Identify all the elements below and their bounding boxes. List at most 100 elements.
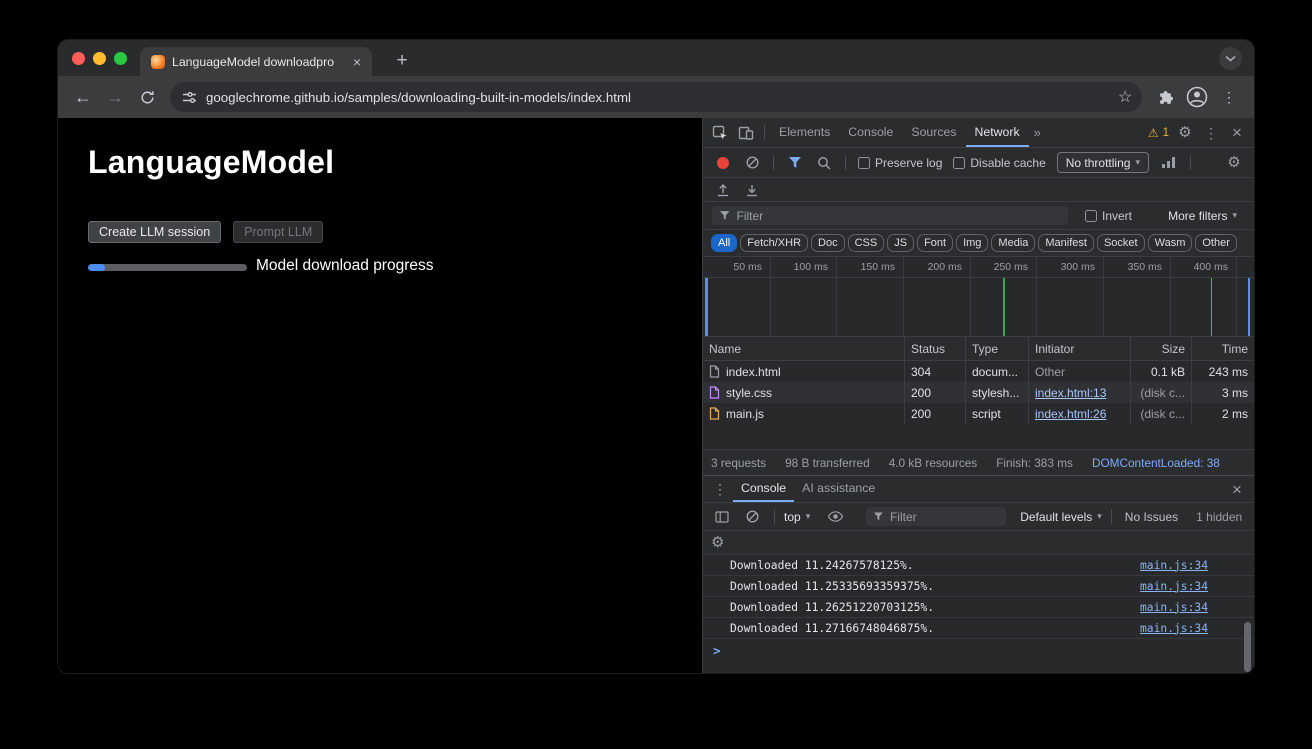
zoom-window-button[interactable] <box>114 52 127 65</box>
network-conditions-button[interactable] <box>1156 151 1182 175</box>
forward-button[interactable]: → <box>100 82 130 112</box>
more-tabs-icon[interactable]: » <box>1029 125 1046 140</box>
initiator-link[interactable]: index.html:13 <box>1035 386 1106 400</box>
network-overview-timeline[interactable]: 50 ms 100 ms 150 ms 200 ms 250 ms 300 ms… <box>703 257 1254 337</box>
site-settings-icon[interactable] <box>182 90 197 105</box>
issues-warning-button[interactable]: ⚠ 1 <box>1145 126 1172 140</box>
filter-toggle-button[interactable] <box>782 151 808 175</box>
gear-icon[interactable]: ⚙ <box>711 535 724 550</box>
url-text[interactable]: googlechrome.github.io/samples/downloadi… <box>206 90 1104 105</box>
column-initiator[interactable]: Initiator <box>1029 337 1131 360</box>
new-tab-button[interactable]: + <box>388 47 416 75</box>
create-llm-session-button[interactable]: Create LLM session <box>88 221 221 243</box>
request-name[interactable]: main.js <box>726 407 764 421</box>
request-name[interactable]: index.html <box>726 365 781 379</box>
source-link[interactable]: main.js:34 <box>1140 618 1208 638</box>
console-prompt[interactable]: > <box>703 639 1254 661</box>
column-time[interactable]: Time <box>1192 337 1254 360</box>
tab-close-icon[interactable]: × <box>350 53 364 71</box>
console-filter-field[interactable] <box>866 507 1006 526</box>
create-live-expression-button[interactable] <box>822 505 848 529</box>
chip-media[interactable]: Media <box>991 234 1035 252</box>
network-settings-button[interactable]: ⚙ <box>1221 151 1247 175</box>
hidden-messages-counter[interactable]: 1 hidden <box>1192 510 1246 524</box>
chip-js[interactable]: JS <box>887 234 914 252</box>
throttling-select[interactable]: No throttling ▾ <box>1057 152 1149 173</box>
close-window-button[interactable] <box>72 52 85 65</box>
chip-img[interactable]: Img <box>956 234 988 252</box>
preserve-log-checkbox[interactable] <box>858 157 870 169</box>
tab-console[interactable]: Console <box>839 118 902 147</box>
execution-context-select[interactable]: top ▾ <box>784 510 810 524</box>
chip-css[interactable]: CSS <box>848 234 885 252</box>
device-toolbar-button[interactable] <box>733 121 759 145</box>
browser-menu-button[interactable]: ⋮ <box>1214 82 1244 112</box>
column-type[interactable]: Type <box>966 337 1029 360</box>
back-button[interactable]: ← <box>68 82 98 112</box>
chip-wasm[interactable]: Wasm <box>1148 234 1193 252</box>
chip-socket[interactable]: Socket <box>1097 234 1145 252</box>
tab-sources[interactable]: Sources <box>902 118 965 147</box>
console-drawer-menu-button[interactable]: ⋮ <box>707 477 733 501</box>
network-filter-field[interactable] <box>712 206 1068 225</box>
column-size[interactable]: Size <box>1131 337 1192 360</box>
chip-fetch-xhr[interactable]: Fetch/XHR <box>740 234 808 252</box>
tab-network[interactable]: Network <box>966 118 1029 147</box>
source-link[interactable]: main.js:34 <box>1140 555 1208 575</box>
console-filter-input[interactable] <box>890 510 998 524</box>
table-row[interactable]: main.js 200 script index.html:26 (disk c… <box>703 403 1254 424</box>
invert-checkbox[interactable] <box>1085 210 1097 222</box>
profile-button[interactable] <box>1182 82 1212 112</box>
tab-elements[interactable]: Elements <box>770 118 839 147</box>
chip-doc[interactable]: Doc <box>811 234 845 252</box>
browser-tab[interactable]: LanguageModel downloadpro × <box>140 47 372 76</box>
minimize-window-button[interactable] <box>93 52 106 65</box>
source-link[interactable]: main.js:34 <box>1140 576 1208 596</box>
preserve-log-option[interactable]: Preserve log <box>854 156 946 170</box>
network-filter-row: Invert More filters ▾ <box>703 202 1254 230</box>
record-network-log-button[interactable] <box>710 151 736 175</box>
ai-assistance-tab[interactable]: AI assistance <box>794 476 883 502</box>
console-drawer-close-button[interactable]: × <box>1224 477 1250 501</box>
network-search-button[interactable] <box>811 151 837 175</box>
table-row[interactable]: style.css 200 stylesh... index.html:13 (… <box>703 382 1254 403</box>
request-name[interactable]: style.css <box>726 386 772 400</box>
export-har-button[interactable] <box>739 178 765 202</box>
tick-label: 400 ms <box>1184 261 1228 273</box>
console-sidebar-button[interactable] <box>709 505 735 529</box>
chip-manifest[interactable]: Manifest <box>1038 234 1094 252</box>
devtools-menu-button[interactable]: ⋮ <box>1198 121 1224 145</box>
initiator-link[interactable]: index.html:26 <box>1035 407 1106 421</box>
chip-other[interactable]: Other <box>1195 234 1237 252</box>
extensions-button[interactable] <box>1150 82 1180 112</box>
devtools-tab-bar: Elements Console Sources Network » ⚠ 1 ⚙… <box>703 118 1254 148</box>
tab-search-button[interactable] <box>1219 47 1242 70</box>
chip-font[interactable]: Font <box>917 234 953 252</box>
issues-counter[interactable]: No Issues <box>1121 510 1182 524</box>
inspect-element-button[interactable] <box>707 121 733 145</box>
omnibox[interactable]: googlechrome.github.io/samples/downloadi… <box>170 82 1142 112</box>
column-status[interactable]: Status <box>905 337 966 360</box>
scrollbar-thumb[interactable] <box>1244 622 1251 672</box>
devtools-settings-button[interactable]: ⚙ <box>1172 121 1198 145</box>
column-name[interactable]: Name <box>703 337 905 360</box>
clear-console-button[interactable] <box>739 505 765 529</box>
table-row[interactable]: index.html 304 docum... Other 0.1 kB 243… <box>703 361 1254 382</box>
reload-button[interactable] <box>132 82 162 112</box>
kebab-menu-icon: ⋮ <box>1222 90 1236 104</box>
chip-all[interactable]: All <box>711 234 737 252</box>
import-har-button[interactable] <box>710 178 736 202</box>
prompt-llm-button[interactable]: Prompt LLM <box>233 221 323 243</box>
console-tab[interactable]: Console <box>733 476 794 502</box>
invert-option[interactable]: Invert <box>1081 209 1136 223</box>
network-filter-input[interactable] <box>737 209 1060 223</box>
devtools-close-button[interactable]: × <box>1224 121 1250 145</box>
bookmark-star-icon[interactable]: ☆ <box>1113 85 1137 109</box>
more-filters-button[interactable]: More filters ▾ <box>1168 209 1237 223</box>
disable-cache-checkbox[interactable] <box>953 157 965 169</box>
log-levels-select[interactable]: Default levels ▾ <box>1020 510 1102 524</box>
source-link[interactable]: main.js:34 <box>1140 597 1208 617</box>
disable-cache-option[interactable]: Disable cache <box>949 156 1049 170</box>
clear-network-log-button[interactable] <box>739 151 765 175</box>
record-icon <box>717 157 729 169</box>
